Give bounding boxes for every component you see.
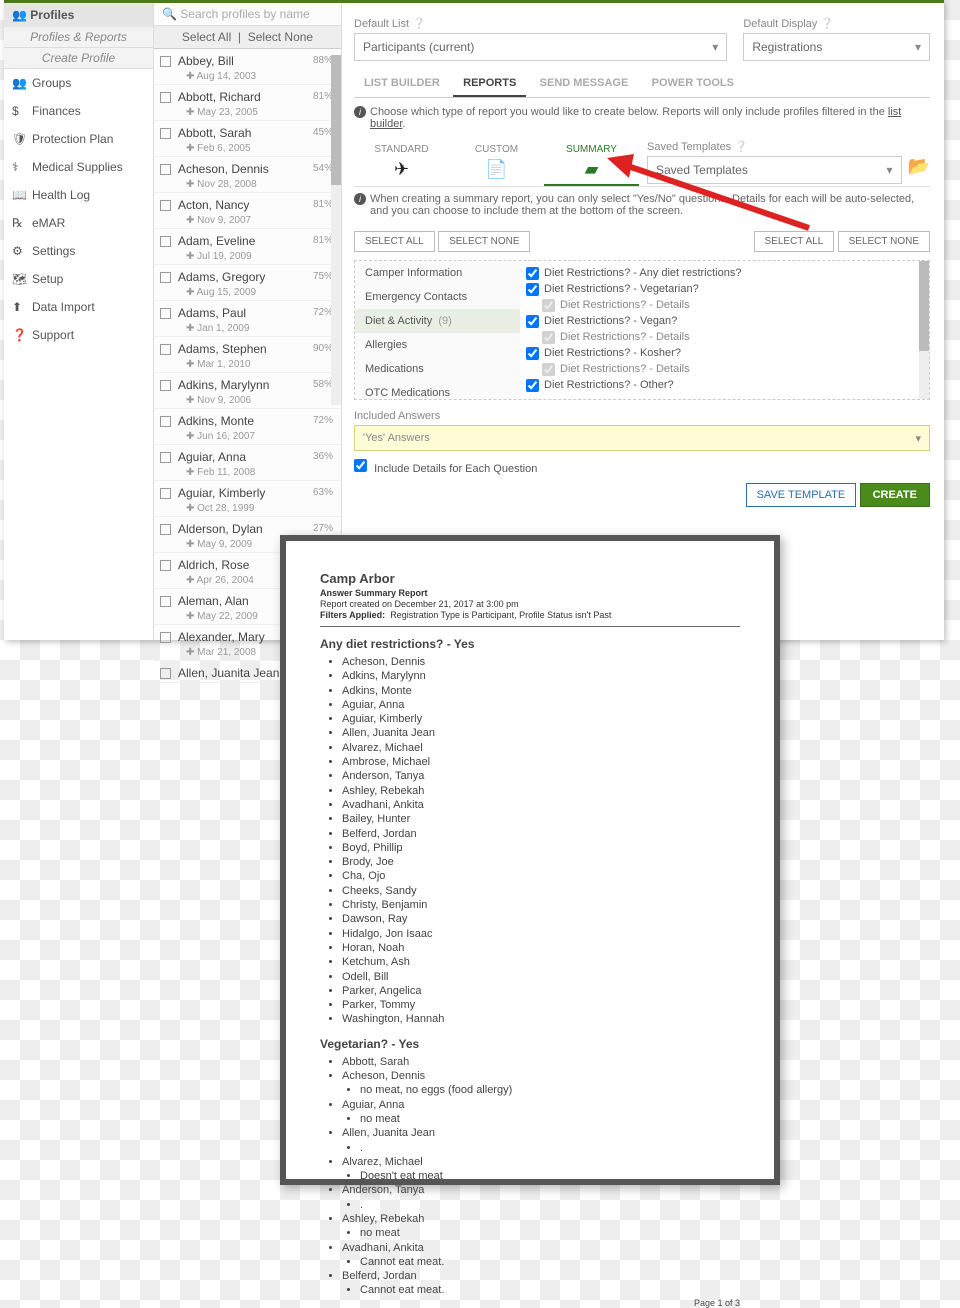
question-category[interactable]: Camper Information: [355, 261, 520, 285]
profile-checkbox[interactable]: [160, 488, 171, 499]
sidebar-item-settings[interactable]: ⚙Settings: [4, 237, 153, 265]
save-template-button[interactable]: SAVE TEMPLATE: [746, 483, 857, 507]
profile-checkbox[interactable]: [160, 128, 171, 139]
profile-checkbox[interactable]: [160, 56, 171, 67]
profile-row[interactable]: Adams, Stephen✚ Mar 1, 201090%: [154, 337, 341, 373]
default-list-select[interactable]: Participants (current): [354, 33, 727, 61]
profile-checkbox[interactable]: [160, 632, 171, 643]
report-type-custom[interactable]: CUSTOM📄: [449, 140, 544, 186]
profile-checkbox[interactable]: [160, 380, 171, 391]
default-display-select[interactable]: Registrations: [743, 33, 930, 61]
saved-templates-select[interactable]: Saved Templates: [647, 156, 902, 184]
book-icon: ▰: [544, 159, 639, 180]
profile-checkbox[interactable]: [160, 308, 171, 319]
included-answers-select[interactable]: 'Yes' Answers: [354, 425, 930, 451]
profile-checkbox[interactable]: [160, 668, 171, 679]
saved-templates-label: Saved Templates ❔: [647, 140, 930, 153]
question-item[interactable]: Diet Restrictions? - Details: [520, 297, 929, 313]
pdf-page-number: Page 1 of 3: [694, 1298, 740, 1308]
report-type-standard[interactable]: STANDARD✈: [354, 140, 449, 186]
send-icon: ✈: [354, 159, 449, 180]
sidebar-sub-create-profile[interactable]: Create Profile: [4, 48, 153, 69]
profile-row[interactable]: Adkins, Monte✚ Jun 16, 200772%: [154, 409, 341, 445]
profile-row[interactable]: Aguiar, Anna✚ Feb 11, 200836%: [154, 445, 341, 481]
sidebar-header: 👥 Profiles: [4, 3, 153, 27]
included-answers-label: Included Answers: [354, 410, 930, 422]
sidebar-item-finances[interactable]: $Finances: [4, 97, 153, 125]
profile-row[interactable]: Acton, Nancy✚ Nov 9, 200781%: [154, 193, 341, 229]
pdf-filters: Filters Applied: Registration Type is Pa…: [320, 610, 740, 620]
profile-row[interactable]: Adams, Paul✚ Jan 1, 200972%: [154, 301, 341, 337]
profile-row[interactable]: Adkins, Marylynn✚ Nov 9, 200658%: [154, 373, 341, 409]
question-item[interactable]: Diet Restrictions? - Kosher?: [520, 345, 929, 361]
question-category[interactable]: Allergies: [355, 333, 520, 357]
create-button[interactable]: CREATE: [860, 483, 930, 507]
question-item[interactable]: Diet Restrictions? - Details: [520, 329, 929, 345]
sidebar-item-support[interactable]: ❓Support: [4, 321, 153, 349]
tab-reports[interactable]: REPORTS: [453, 71, 526, 97]
select-all-button-right[interactable]: SELECT ALL: [754, 231, 835, 252]
profile-row[interactable]: Abbott, Richard✚ May 23, 200581%: [154, 85, 341, 121]
profile-checkbox[interactable]: [160, 164, 171, 175]
pdf-question-2: Vegetarian? - Yes: [320, 1037, 740, 1051]
sidebar-sub-profiles-reports[interactable]: Profiles & Reports: [4, 27, 153, 48]
pdf-subtitle: Answer Summary Report: [320, 588, 740, 598]
main-tabs: LIST BUILDER REPORTS SEND MESSAGE POWER …: [354, 71, 930, 98]
sidebar-item-health-log[interactable]: 📖Health Log: [4, 181, 153, 209]
question-category[interactable]: OTC Medications: [355, 381, 520, 405]
report-type-summary[interactable]: SUMMARY▰: [544, 140, 639, 186]
info-summary: When creating a summary report, you can …: [354, 193, 930, 217]
tab-power-tools[interactable]: POWER TOOLS: [642, 71, 744, 95]
question-item[interactable]: Diet Restrictions? - Vegan?: [520, 313, 929, 329]
profile-checkbox[interactable]: [160, 344, 171, 355]
profile-checkbox[interactable]: [160, 560, 171, 571]
question-item[interactable]: Diet Restrictions? - Details: [520, 361, 929, 377]
question-category[interactable]: Diet & Activity (9): [355, 309, 520, 333]
question-scroll-thumb[interactable]: [919, 261, 929, 351]
pdf-title: Camp Arbor: [320, 571, 740, 586]
profile-scroll-thumb[interactable]: [331, 55, 341, 185]
sidebar-item-data-import[interactable]: ⬆Data Import: [4, 293, 153, 321]
sidebar-item-protection-plan[interactable]: 🛡Protection Plan: [4, 125, 153, 153]
profile-checkbox[interactable]: [160, 596, 171, 607]
folder-open-icon[interactable]: 📂: [908, 156, 930, 184]
profile-row[interactable]: Aguiar, Kimberly✚ Oct 28, 199963%: [154, 481, 341, 517]
sidebar-item-medical-supplies[interactable]: ⚕Medical Supplies: [4, 153, 153, 181]
profile-checkbox[interactable]: [160, 416, 171, 427]
question-item[interactable]: Diet Restrictions? - Any diet restrictio…: [520, 265, 929, 281]
search-input[interactable]: 🔍 Search profiles by name: [154, 3, 341, 26]
select-all-button-left[interactable]: SELECT ALL: [354, 231, 435, 252]
profile-row[interactable]: Acheson, Dennis✚ Nov 28, 200854%: [154, 157, 341, 193]
default-list-label: Default List ❔: [354, 17, 727, 30]
profile-checkbox[interactable]: [160, 524, 171, 535]
select-none-button-right[interactable]: SELECT NONE: [838, 231, 930, 252]
pdf-created: Report created on December 21, 2017 at 3…: [320, 599, 740, 609]
question-item[interactable]: Diet Restrictions? - Other?: [520, 377, 929, 393]
sidebar-item-groups[interactable]: 👥Groups: [4, 69, 153, 97]
select-toggle[interactable]: Select All | Select None: [154, 26, 341, 49]
select-none-button-left[interactable]: SELECT NONE: [438, 231, 530, 252]
default-display-label: Default Display ❔: [743, 17, 930, 30]
sidebar-item-setup[interactable]: 🗺Setup: [4, 265, 153, 293]
question-category[interactable]: Medications: [355, 357, 520, 381]
question-item[interactable]: Diet Restrictions? - Vegetarian?: [520, 281, 929, 297]
profile-row[interactable]: Abbott, Sarah✚ Feb 6, 200545%: [154, 121, 341, 157]
profile-row[interactable]: Adam, Eveline✚ Jul 19, 200981%: [154, 229, 341, 265]
profile-row[interactable]: Abbey, Bill✚ Aug 14, 200388%: [154, 49, 341, 85]
profile-checkbox[interactable]: [160, 272, 171, 283]
report-preview-page: Camp Arbor Answer Summary Report Report …: [280, 535, 780, 1185]
profile-row[interactable]: Adams, Gregory✚ Aug 15, 200975%: [154, 265, 341, 301]
profile-checkbox[interactable]: [160, 200, 171, 211]
profile-checkbox[interactable]: [160, 452, 171, 463]
question-category[interactable]: Emergency Contacts: [355, 285, 520, 309]
tab-send-message[interactable]: SEND MESSAGE: [530, 71, 639, 95]
info-report-type: Choose which type of report you would li…: [354, 106, 930, 130]
tab-list-builder[interactable]: LIST BUILDER: [354, 71, 450, 95]
profile-checkbox[interactable]: [160, 92, 171, 103]
sidebar-item-emar[interactable]: ℞eMAR: [4, 209, 153, 237]
profile-checkbox[interactable]: [160, 236, 171, 247]
include-details-checkbox[interactable]: Include Details for Each Question: [354, 459, 930, 475]
pdf-question-1: Any diet restrictions? - Yes: [320, 637, 740, 651]
document-icon: 📄: [449, 159, 544, 180]
